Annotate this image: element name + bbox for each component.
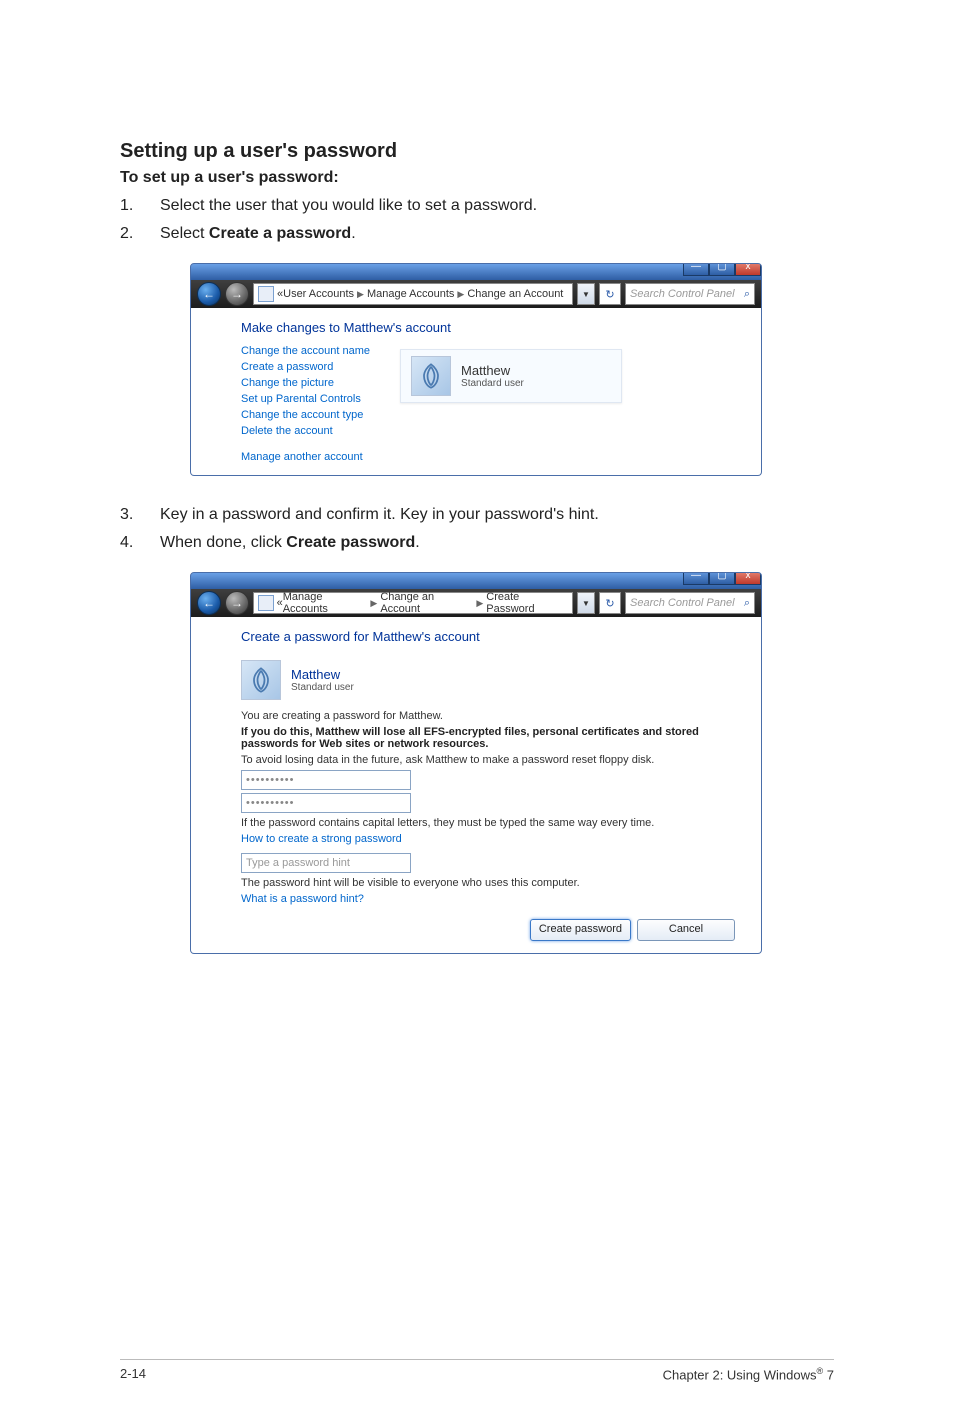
avatar xyxy=(411,356,451,396)
forward-button[interactable]: → xyxy=(225,591,249,615)
navbar: ← → « User Accounts ▶ Manage Accounts ▶ … xyxy=(191,280,761,308)
breadcrumb-crumb[interactable]: Manage Accounts xyxy=(283,591,368,615)
user-type: Standard user xyxy=(291,682,354,693)
step-text: Key in a password and confirm it. Key in… xyxy=(160,506,834,524)
change-picture-link[interactable]: Change the picture xyxy=(241,377,370,389)
chevron-right-icon: ▶ xyxy=(367,598,380,609)
breadcrumb-crumb[interactable]: Create Password xyxy=(486,591,568,615)
back-button[interactable]: ← xyxy=(197,591,221,615)
page-number: 2-14 xyxy=(120,1366,146,1382)
new-password-input[interactable]: •••••••••• xyxy=(241,770,411,790)
password-hint-input[interactable]: Type a password hint xyxy=(241,853,411,873)
breadcrumb-dropdown[interactable]: ▼ xyxy=(577,283,595,305)
navbar: ← → « Manage Accounts ▶ Change an Accoun… xyxy=(191,589,761,617)
step-prefix: Select xyxy=(160,225,209,242)
close-button[interactable]: x xyxy=(735,572,761,585)
breadcrumb-icon xyxy=(258,595,274,611)
step-bold: Create a password xyxy=(209,225,351,242)
user-type: Standard user xyxy=(461,378,524,389)
step-suffix: . xyxy=(351,225,355,242)
search-icon: ⌕ xyxy=(744,288,750,301)
avatar-icon xyxy=(247,666,275,694)
step-bold: Create password xyxy=(286,534,415,551)
back-button[interactable]: ← xyxy=(197,282,221,306)
breadcrumb[interactable]: « User Accounts ▶ Manage Accounts ▶ Chan… xyxy=(253,283,573,305)
search-placeholder: Search Control Panel xyxy=(630,597,735,609)
delete-account-link[interactable]: Delete the account xyxy=(241,425,370,437)
maximize-button[interactable]: ▢ xyxy=(709,572,735,585)
chapter-label: Chapter 2: Using Windows® 7 xyxy=(663,1366,834,1382)
refresh-button[interactable]: ↻ xyxy=(599,283,621,305)
maximize-button[interactable]: ▢ xyxy=(709,263,735,276)
user-tile[interactable]: Matthew Standard user xyxy=(400,349,622,403)
avatar-icon xyxy=(417,362,445,390)
password-hint-link[interactable]: What is a password hint? xyxy=(241,893,364,905)
forward-button[interactable]: → xyxy=(225,282,249,306)
button-row: Create password Cancel xyxy=(241,919,745,941)
step-prefix: When done, click xyxy=(160,534,286,551)
confirm-password-input[interactable]: •••••••••• xyxy=(241,793,411,813)
parental-controls-link[interactable]: Set up Parental Controls xyxy=(241,393,370,405)
breadcrumb-crumb[interactable]: Change an Account xyxy=(467,288,563,300)
page-heading: Create a password for Matthew's account xyxy=(241,629,745,644)
step-text: Select Create a password. xyxy=(160,225,834,243)
breadcrumb[interactable]: « Manage Accounts ▶ Change an Account ▶ … xyxy=(253,592,573,614)
refresh-button[interactable]: ↻ xyxy=(599,592,621,614)
create-password-link[interactable]: Create a password xyxy=(241,361,370,373)
search-input[interactable]: Search Control Panel ⌕ xyxy=(625,283,755,305)
chevron-right-icon: ▶ xyxy=(354,289,367,300)
breadcrumb-crumb[interactable]: Manage Accounts xyxy=(367,288,454,300)
info-line: To avoid losing data in the future, ask … xyxy=(241,754,745,766)
content-area: Make changes to Matthew's account Change… xyxy=(191,308,761,475)
breadcrumb-dropdown[interactable]: ▼ xyxy=(577,592,595,614)
content-area: Create a password for Matthew's account … xyxy=(191,617,761,953)
hint-note: The password hint will be visible to eve… xyxy=(241,877,745,889)
titlebar: — ▢ x xyxy=(191,264,761,280)
user-name: Matthew xyxy=(461,363,524,378)
task-links: Change the account name Create a passwor… xyxy=(241,345,370,463)
page-heading: Make changes to Matthew's account xyxy=(241,320,745,335)
chapter-suffix: 7 xyxy=(823,1367,834,1382)
info-line: You are creating a password for Matthew. xyxy=(241,710,745,722)
breadcrumb-icon xyxy=(258,286,274,302)
warning-text: If you do this, Matthew will lose all EF… xyxy=(241,726,745,750)
step-text: When done, click Create password. xyxy=(160,534,834,552)
user-tile: Matthew Standard user xyxy=(241,654,451,706)
change-type-link[interactable]: Change the account type xyxy=(241,409,370,421)
section-subheading: To set up a user's password: xyxy=(120,169,834,187)
breadcrumb-crumb[interactable]: Change an Account xyxy=(380,591,473,615)
search-placeholder: Search Control Panel xyxy=(630,288,735,300)
cancel-button[interactable]: Cancel xyxy=(637,919,735,941)
create-password-button[interactable]: Create password xyxy=(530,919,631,941)
create-password-window: — ▢ x ← → « Manage Accounts ▶ Change an … xyxy=(190,572,762,954)
steps-list-a: 1. Select the user that you would like t… xyxy=(120,197,834,243)
search-icon: ⌕ xyxy=(744,597,750,610)
change-name-link[interactable]: Change the account name xyxy=(241,345,370,357)
step-suffix: . xyxy=(415,534,419,551)
chevron-right-icon: ▶ xyxy=(454,289,467,300)
search-input[interactable]: Search Control Panel ⌕ xyxy=(625,592,755,614)
avatar xyxy=(241,660,281,700)
manage-another-link[interactable]: Manage another account xyxy=(241,451,370,463)
change-account-window: — ▢ x ← → « User Accounts ▶ Manage Accou… xyxy=(190,263,762,476)
step-text: Select the user that you would like to s… xyxy=(160,197,834,215)
titlebar: — ▢ x xyxy=(191,573,761,589)
step-number: 2. xyxy=(120,225,160,243)
page-footer: 2-14 Chapter 2: Using Windows® 7 xyxy=(120,1359,834,1382)
user-name: Matthew xyxy=(291,667,354,682)
step-number: 4. xyxy=(120,534,160,552)
chevron-right-icon: ▶ xyxy=(473,598,486,609)
close-button[interactable]: x xyxy=(735,263,761,276)
steps-list-b: 3. Key in a password and confirm it. Key… xyxy=(120,506,834,552)
chapter-prefix: Chapter 2: Using Windows xyxy=(663,1367,817,1382)
minimize-button[interactable]: — xyxy=(683,572,709,585)
step-number: 1. xyxy=(120,197,160,215)
section-title: Setting up a user's password xyxy=(120,140,834,163)
minimize-button[interactable]: — xyxy=(683,263,709,276)
step-number: 3. xyxy=(120,506,160,524)
strong-password-link[interactable]: How to create a strong password xyxy=(241,833,402,845)
caps-note: If the password contains capital letters… xyxy=(241,817,745,829)
breadcrumb-crumb[interactable]: User Accounts xyxy=(283,288,354,300)
